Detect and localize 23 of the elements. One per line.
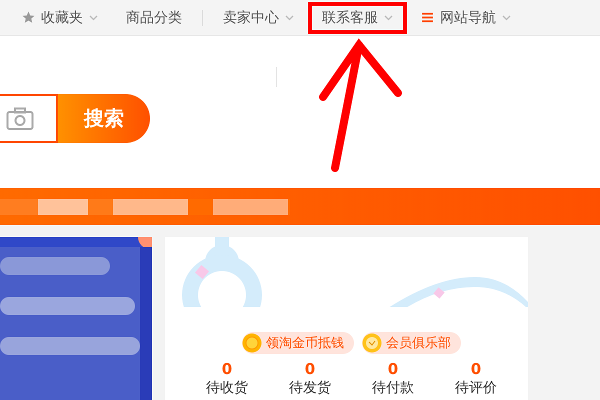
search-field[interactable]: [0, 94, 58, 143]
coin-icon: [242, 333, 262, 353]
order-status-link[interactable]: 待评价: [455, 378, 497, 398]
caret-icon: [502, 14, 511, 20]
caret-icon: [89, 14, 98, 20]
order-count: 0: [388, 360, 398, 378]
order-count: 0: [470, 360, 482, 378]
camera-icon[interactable]: [6, 106, 34, 130]
order-status-link[interactable]: 待发货: [289, 378, 331, 398]
order-count: 0: [304, 360, 316, 378]
order-count: 0: [222, 360, 232, 378]
nav-link[interactable]: 联系客服: [308, 2, 407, 34]
menu-icon: [421, 11, 434, 24]
caret-icon: [285, 14, 294, 20]
nav-link[interactable]: 网站导航: [407, 2, 525, 34]
medal-icon: [362, 333, 382, 353]
nav-link[interactable]: 商品分类: [112, 2, 196, 34]
star-icon: [22, 11, 35, 24]
nav-link[interactable]: 卖家中心: [209, 2, 308, 34]
order-status-link[interactable]: 待付款: [372, 378, 414, 398]
order-status-link[interactable]: 待收货: [206, 378, 248, 398]
nav-link[interactable]: 收藏夹: [8, 2, 112, 34]
caret-icon: [384, 14, 393, 20]
